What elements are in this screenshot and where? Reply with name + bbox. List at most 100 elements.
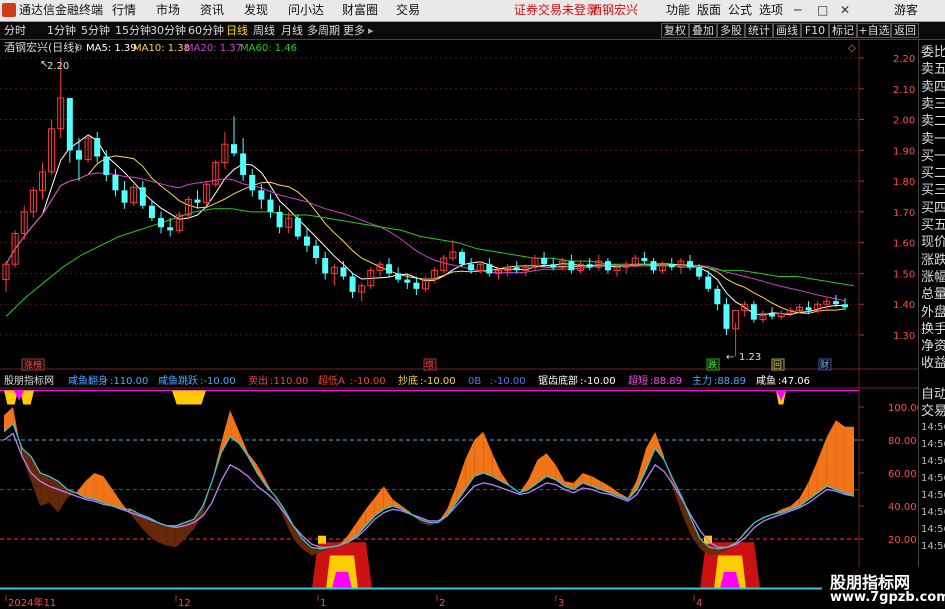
stats-button[interactable]: 统计 [745, 23, 773, 38]
menu-function[interactable]: 功能 [666, 3, 690, 18]
adjust-button[interactable]: 复权 [661, 23, 689, 38]
candle-body-down [687, 261, 693, 268]
quote-label: 外盘 [921, 304, 945, 320]
indicator-legend-label: 咸鱼跳跃 [158, 374, 198, 387]
draw-line-button[interactable]: 画线 [773, 23, 801, 38]
candle-body-down [313, 245, 320, 259]
price-tick-label: 2.10 [893, 85, 915, 96]
candle-body-down [459, 251, 465, 265]
quote-label: 卖五 [921, 62, 945, 78]
settings-icon[interactable]: ⚙ [74, 43, 83, 54]
candle-body-down [121, 190, 128, 203]
menu-formula[interactable]: 公式 [728, 3, 752, 18]
price-tick-label: 2.20 [893, 54, 915, 65]
f10-button[interactable]: F10 [801, 23, 829, 38]
user-name[interactable]: 游客 [894, 3, 918, 18]
time-tick-label: 1 [320, 598, 326, 609]
tag-up-list[interactable]: 涨榜 [24, 359, 42, 371]
candle-body-down [103, 156, 110, 175]
candle-body-down [194, 199, 201, 203]
quote-label: 卖三 [921, 96, 945, 112]
period-60min[interactable]: 60分钟 [188, 24, 224, 37]
indicator-legend-label: 卖出 [248, 374, 268, 387]
chart-background [0, 40, 918, 609]
candle-body-down [395, 273, 402, 280]
candle-body-down [322, 258, 329, 274]
overlay-button[interactable]: 叠加 [689, 23, 717, 38]
menu-wealth-circle[interactable]: 财富圈 [342, 3, 378, 18]
period-more[interactable]: 更多 [343, 24, 365, 37]
back-button[interactable]: 返回 [891, 23, 919, 38]
period-monthly[interactable]: 月线 [281, 24, 303, 37]
candle-body-down [94, 138, 101, 157]
quote-label: 卖二 [921, 114, 945, 130]
indicator-tick-label: 40.00 [888, 502, 917, 513]
candle-body-down [550, 264, 557, 268]
tag-down[interactable]: 跌 [708, 360, 717, 371]
stock-chart[interactable]: 酒钢宏兴(日线) ⚙ MA5: 1.39 MA10: 1.38 MA20: 1.… [0, 40, 918, 609]
ma20-label: MA20: 1.37 [185, 43, 242, 54]
candle-body-down [413, 282, 420, 289]
menu-ask[interactable]: 问小达 [288, 3, 324, 18]
time-tick-label: 2 [439, 598, 445, 609]
period-30min[interactable]: 30分钟 [150, 24, 186, 37]
indicator-area-segment [94, 473, 104, 503]
menu-news[interactable]: 资讯 [200, 3, 224, 18]
sell-signal-marker [172, 390, 206, 405]
candle-body-down [303, 236, 310, 246]
watermark-logo: 股朋指标网 www.7gpzb.com [822, 567, 945, 609]
collapse-diamond-icon[interactable]: ◇ [848, 43, 856, 54]
candle-body-down [513, 267, 520, 271]
candle-body-down [604, 261, 611, 271]
indicator-legend-label: 0B [468, 376, 481, 387]
period-daily[interactable]: 日线 [226, 24, 248, 37]
period-5min[interactable]: 5分钟 [81, 24, 110, 37]
tick-time: 14:56 [921, 473, 945, 484]
indicator-legend-value: :110.00 [270, 376, 308, 387]
period-multi[interactable]: 多周期 [307, 24, 340, 37]
period-weekly[interactable]: 周线 [253, 24, 275, 37]
menu-market-center[interactable]: 市场 [156, 3, 180, 18]
candle-body-down [340, 267, 347, 277]
price-tick-label: 2.00 [893, 116, 915, 127]
period-intraday[interactable]: 分时 [4, 24, 26, 37]
low-price-label: 1.23 [739, 352, 761, 363]
tag-increase[interactable]: 增 [425, 359, 434, 371]
notice-stock-name[interactable]: 酒钢宏兴 [590, 3, 638, 18]
candle-body-down [769, 313, 776, 317]
candle-body-down [386, 264, 393, 274]
minimize-button[interactable]: ─ [794, 3, 801, 18]
quote-label: 收益 [921, 356, 945, 372]
ma60-label: MA60: 1.46 [240, 43, 297, 54]
menu-trade[interactable]: 交易 [396, 3, 420, 18]
tag-back[interactable]: 回 [773, 360, 782, 371]
add-watchlist-button[interactable]: +自选 [857, 23, 891, 38]
close-button[interactable]: ✕ [840, 3, 850, 18]
trade-login-notice[interactable]: 证券交易未登录 [514, 3, 598, 18]
period-15min[interactable]: 15分钟 [115, 24, 151, 37]
indicator-area-segment [844, 426, 854, 497]
indicator-area-segment [835, 420, 845, 493]
mark-button[interactable]: 标记 [829, 23, 857, 38]
maximize-button[interactable]: □ [817, 3, 828, 18]
candle-body-down [696, 267, 703, 277]
period-1min[interactable]: 1分钟 [47, 24, 76, 37]
indicator-tick-label: 60.00 [888, 469, 917, 480]
candle-body-down [139, 187, 146, 206]
menu-discover[interactable]: 发现 [244, 3, 268, 18]
menu-market[interactable]: 行情 [112, 3, 136, 18]
quote-label: 卖四 [921, 79, 945, 95]
indicator-legend-label: 咸鱼翻身 [68, 374, 108, 387]
price-tick-label: 1.70 [893, 208, 915, 219]
tag-finance[interactable]: 财 [820, 359, 829, 371]
multi-stock-button[interactable]: 多股 [717, 23, 745, 38]
more-chevron-icon[interactable]: ▸ [368, 24, 374, 37]
candle-body-down [705, 276, 712, 289]
menu-options[interactable]: 选项 [759, 3, 783, 18]
quote-label: 涨跌 [921, 252, 945, 268]
indicator-legend-label: 超低A [318, 374, 345, 387]
menu-layout[interactable]: 版面 [697, 3, 721, 18]
quote-label: 卖一 [921, 131, 945, 147]
period-toolbar: 分时 1分钟 5分钟 15分钟 30分钟 60分钟 日线 周线 月线 多周期 更… [0, 22, 945, 40]
indicator-legend-value: :-10.00 [580, 376, 616, 387]
